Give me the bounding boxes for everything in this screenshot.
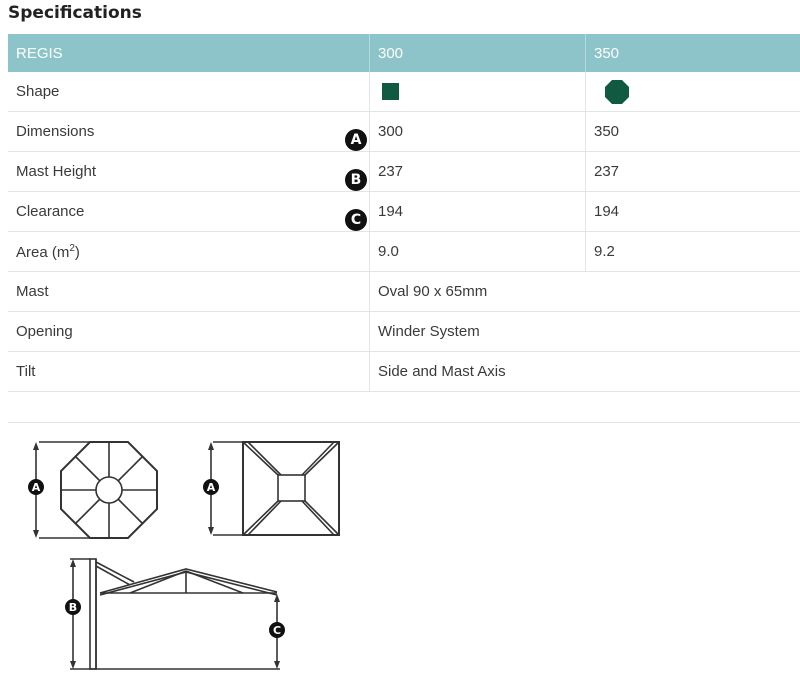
umbrella-side-view xyxy=(70,558,280,670)
header-model: REGIS xyxy=(8,34,370,72)
marker-a-badge: A xyxy=(345,129,367,151)
cell xyxy=(8,391,800,423)
cell: Side and Mast Axis xyxy=(369,351,800,392)
cell: 300 xyxy=(369,111,586,152)
cell: 9.0 xyxy=(369,231,586,272)
cell: 237 xyxy=(585,151,800,192)
marker-c-badge: C xyxy=(345,209,367,231)
table-row-empty xyxy=(8,391,800,423)
table-header-row: REGIS 300 350 xyxy=(8,34,800,72)
header-size-300: 300 xyxy=(369,34,586,72)
cell: 194 xyxy=(585,191,800,232)
umbrella-dimension-diagram: A A B C xyxy=(28,441,340,670)
diagram-marker-a: A xyxy=(32,481,41,494)
table-row: Tilt Side and Mast Axis xyxy=(8,351,800,392)
cell: 350 xyxy=(585,111,800,152)
shape-cell-300 xyxy=(369,72,586,112)
cell: Winder System xyxy=(369,311,800,352)
square-top-view xyxy=(208,441,340,536)
table-row: Area (m2) 9.0 9.2 xyxy=(8,231,800,272)
header-size-350: 350 xyxy=(585,34,800,72)
shape-cell-350 xyxy=(585,72,800,112)
row-label-shape: Shape xyxy=(8,72,370,112)
row-label-clearance: Clearance C xyxy=(8,191,370,232)
cell: 9.2 xyxy=(585,231,800,272)
diagram-marker-a: A xyxy=(207,481,216,494)
table-row: Mast Oval 90 x 65mm xyxy=(8,271,800,312)
square-icon xyxy=(382,83,399,100)
table-row: Mast Height B 237 237 xyxy=(8,151,800,192)
table-row: Dimensions A 300 350 xyxy=(8,111,800,152)
page-title: Specifications xyxy=(8,3,142,23)
cell: Oval 90 x 65mm xyxy=(369,271,800,312)
cell: 194 xyxy=(369,191,586,232)
spec-table: REGIS 300 350 Shape Dimensions A 300 350 … xyxy=(8,34,800,423)
diagram-marker-c: C xyxy=(273,624,281,637)
row-label-dimensions: Dimensions A xyxy=(8,111,370,152)
row-label-mast: Mast xyxy=(8,271,370,312)
row-label-area: Area (m2) xyxy=(8,231,370,272)
cell: 237 xyxy=(369,151,586,192)
diagram-marker-b: B xyxy=(69,601,77,614)
row-label-opening: Opening xyxy=(8,311,370,352)
table-row: Opening Winder System xyxy=(8,311,800,352)
row-label-tilt: Tilt xyxy=(8,351,370,392)
marker-b-badge: B xyxy=(345,169,367,191)
octagon-top-view xyxy=(33,441,158,539)
table-row: Clearance C 194 194 xyxy=(8,191,800,232)
table-row: Shape xyxy=(8,72,800,112)
octagon-icon xyxy=(605,79,629,104)
row-label-mast-height: Mast Height B xyxy=(8,151,370,192)
